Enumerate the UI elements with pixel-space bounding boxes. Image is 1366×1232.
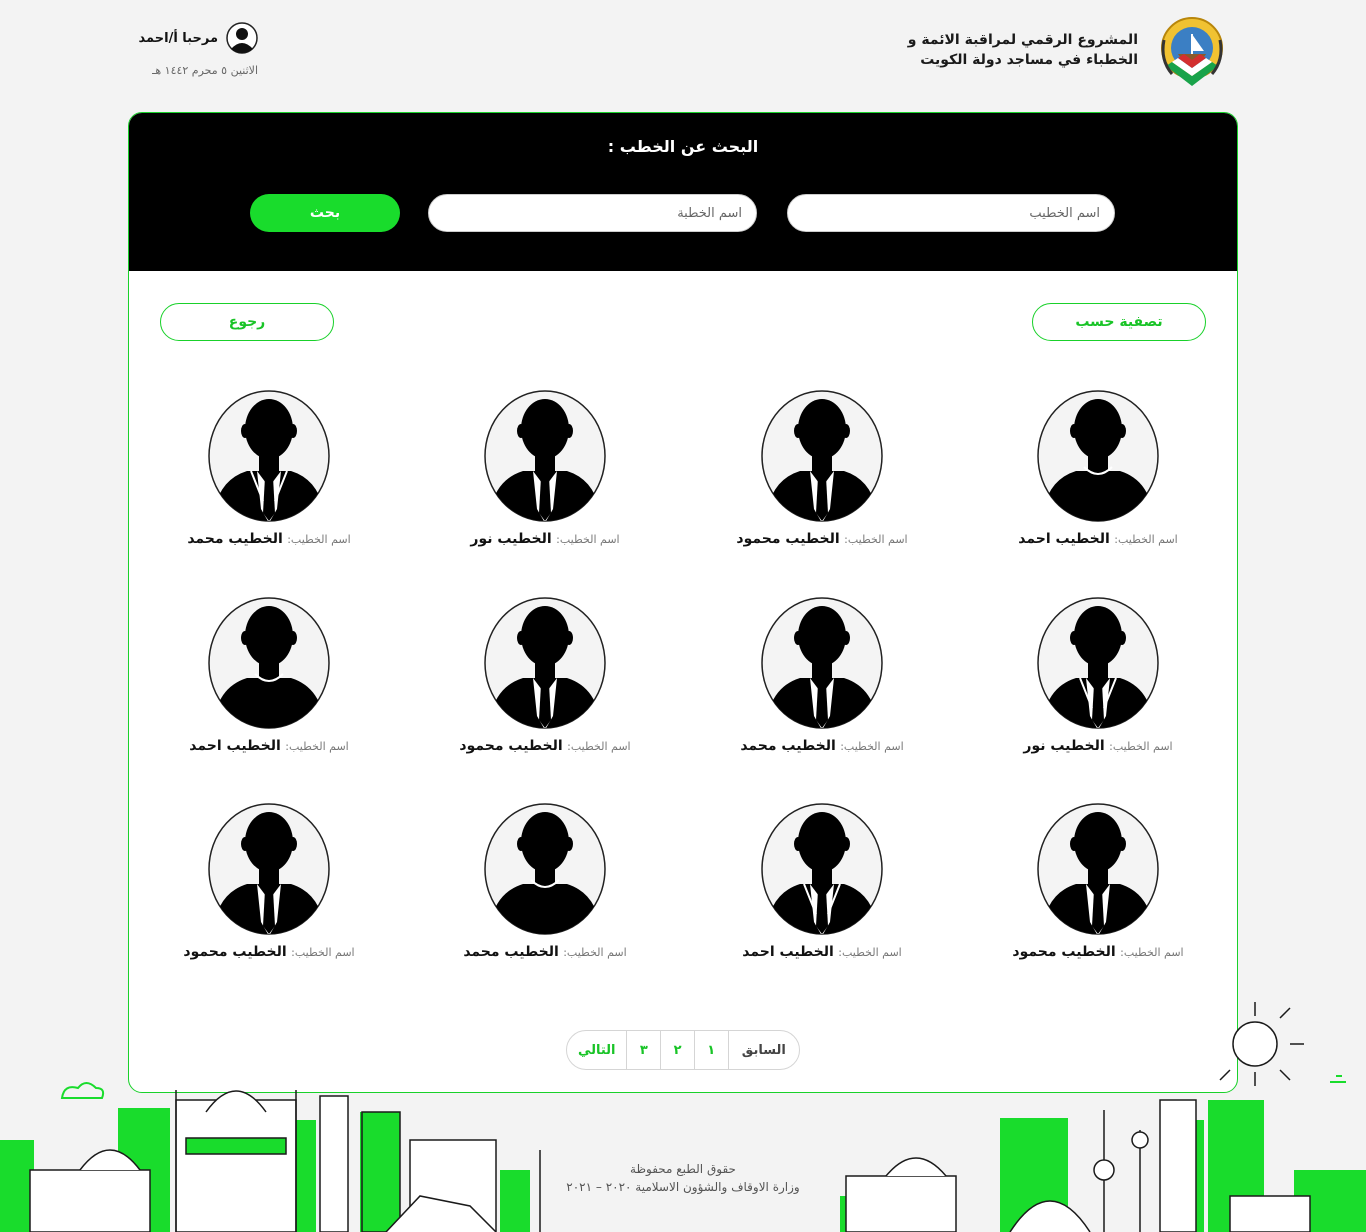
speaker-name[interactable]: الخطيب محمود xyxy=(736,531,839,547)
user-avatar-icon[interactable] xyxy=(226,22,258,54)
speaker-label: اسم الخطيب: xyxy=(291,946,355,959)
speaker-card[interactable]: اسم الخطيب: الخطيب محمود xyxy=(149,802,389,960)
user-greeting: مرحبا أ/احمد xyxy=(138,30,218,46)
speaker-label: اسم الخطيب: xyxy=(563,946,627,959)
speaker-name-input[interactable] xyxy=(787,194,1115,232)
speaker-label: اسم الخطيب: xyxy=(287,533,351,546)
city-skyline-illustration xyxy=(0,1002,1366,1232)
speaker-label: اسم الخطيب: xyxy=(840,740,904,753)
speaker-card[interactable]: اسم الخطيب: الخطيب احمد xyxy=(702,802,942,960)
speaker-avatar[interactable] xyxy=(483,802,607,936)
footer: حقوق الطبع محفوظة وزارة الاوقاف والشؤون … xyxy=(0,1160,1366,1196)
speaker-avatar[interactable] xyxy=(207,389,331,523)
speaker-card[interactable]: اسم الخطيب: الخطيب محمود xyxy=(425,596,665,754)
sermon-name-input[interactable] xyxy=(428,194,757,232)
speaker-name[interactable]: الخطيب محمد xyxy=(187,531,282,547)
speaker-name[interactable]: الخطيب نور xyxy=(1023,738,1104,754)
speaker-caption: اسم الخطيب: الخطيب محمد xyxy=(702,738,942,754)
speaker-avatar[interactable] xyxy=(207,596,331,730)
speaker-avatar[interactable] xyxy=(760,596,884,730)
speaker-caption: اسم الخطيب: الخطيب محمد xyxy=(425,944,665,960)
filter-button[interactable]: تصفية حسب xyxy=(1032,303,1206,341)
speaker-avatar[interactable] xyxy=(1036,389,1160,523)
speaker-label: اسم الخطيب: xyxy=(838,946,902,959)
speaker-label: اسم الخطيب: xyxy=(844,533,908,546)
top-header: المشروع الرقمي لمراقبة الائمة و الخطباء … xyxy=(0,0,1366,110)
speaker-card[interactable]: اسم الخطيب: الخطيب احمد xyxy=(149,596,389,754)
search-panel: البحث عن الخطب : بحث xyxy=(129,113,1237,271)
speaker-name[interactable]: الخطيب نور xyxy=(470,531,551,547)
project-title-line2: الخطباء في مساجد دولة الكويت xyxy=(920,52,1138,68)
speaker-label: اسم الخطيب: xyxy=(1120,946,1184,959)
sermons-card: البحث عن الخطب : بحث تصفية حسب رجوع اسم … xyxy=(128,112,1238,1093)
speaker-avatar[interactable] xyxy=(1036,596,1160,730)
speaker-caption: اسم الخطيب: الخطيب نور xyxy=(425,531,665,547)
speaker-label: اسم الخطيب: xyxy=(1109,740,1173,753)
search-title: البحث عن الخطب : xyxy=(607,137,759,156)
speaker-caption: اسم الخطيب: الخطيب محمد xyxy=(149,531,389,547)
speaker-avatar[interactable] xyxy=(483,389,607,523)
speaker-card[interactable]: اسم الخطيب: الخطيب محمد xyxy=(702,596,942,754)
project-title: المشروع الرقمي لمراقبة الائمة و الخطباء … xyxy=(908,30,1138,70)
project-title-line1: المشروع الرقمي لمراقبة الائمة و xyxy=(907,32,1138,48)
speaker-caption: اسم الخطيب: الخطيب محمود xyxy=(978,944,1218,960)
speaker-name[interactable]: الخطيب احمد xyxy=(742,944,834,960)
speaker-label: اسم الخطيب: xyxy=(1114,533,1178,546)
speaker-avatar[interactable] xyxy=(207,802,331,936)
speaker-avatar[interactable] xyxy=(760,389,884,523)
speaker-caption: اسم الخطيب: الخطيب محمود xyxy=(702,531,942,547)
speaker-caption: اسم الخطيب: الخطيب احمد xyxy=(149,738,389,754)
speaker-caption: اسم الخطيب: الخطيب نور xyxy=(978,738,1218,754)
speaker-name[interactable]: الخطيب محمد xyxy=(740,738,835,754)
search-button[interactable]: بحث xyxy=(250,194,400,232)
ministry-text: وزارة الاوقاف والشؤون الاسلامية ٢٠٢٠ – ٢… xyxy=(566,1180,800,1194)
speaker-card[interactable]: اسم الخطيب: الخطيب احمد xyxy=(978,389,1218,547)
kuwait-emblem-logo xyxy=(1161,17,1223,86)
speaker-avatar[interactable] xyxy=(760,802,884,936)
speaker-name[interactable]: الخطيب محمد xyxy=(463,944,558,960)
user-info: مرحبا أ/احمد الاثنين ٥ محرم ١٤٤٢ هـ xyxy=(128,22,258,77)
speaker-name[interactable]: الخطيب محمود xyxy=(183,944,286,960)
speaker-card[interactable]: اسم الخطيب: الخطيب محمود xyxy=(978,802,1218,960)
speaker-name[interactable]: الخطيب محمود xyxy=(1012,944,1115,960)
speaker-card[interactable]: اسم الخطيب: الخطيب نور xyxy=(978,596,1218,754)
speaker-card[interactable]: اسم الخطيب: الخطيب نور xyxy=(425,389,665,547)
speaker-name[interactable]: الخطيب احمد xyxy=(189,738,281,754)
speaker-caption: اسم الخطيب: الخطيب محمود xyxy=(425,738,665,754)
speaker-caption: اسم الخطيب: الخطيب محمود xyxy=(149,944,389,960)
speaker-card[interactable]: اسم الخطيب: الخطيب محمد xyxy=(425,802,665,960)
speaker-caption: اسم الخطيب: الخطيب احمد xyxy=(978,531,1218,547)
speaker-name[interactable]: الخطيب احمد xyxy=(1018,531,1110,547)
brand: المشروع الرقمي لمراقبة الائمة و الخطباء … xyxy=(908,10,1232,90)
speaker-avatar[interactable] xyxy=(1036,802,1160,936)
back-button[interactable]: رجوع xyxy=(160,303,334,341)
copyright-text: حقوق الطبع محفوظة xyxy=(630,1162,736,1176)
speaker-card[interactable]: اسم الخطيب: الخطيب محمود xyxy=(702,389,942,547)
speaker-avatar[interactable] xyxy=(483,596,607,730)
speaker-name[interactable]: الخطيب محمود xyxy=(459,738,562,754)
speaker-label: اسم الخطيب: xyxy=(285,740,349,753)
hijri-date: الاثنين ٥ محرم ١٤٤٢ هـ xyxy=(152,64,258,77)
speaker-card[interactable]: اسم الخطيب: الخطيب محمد xyxy=(149,389,389,547)
speaker-caption: اسم الخطيب: الخطيب احمد xyxy=(702,944,942,960)
speaker-label: اسم الخطيب: xyxy=(567,740,631,753)
speaker-label: اسم الخطيب: xyxy=(556,533,620,546)
